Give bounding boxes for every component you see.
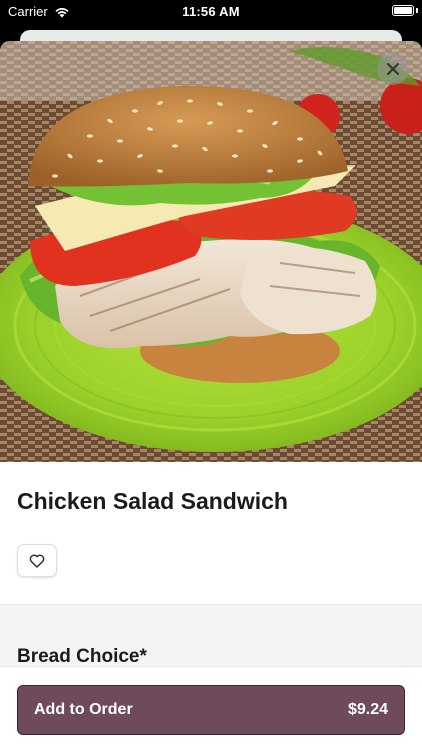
- item-image: [0, 41, 422, 462]
- battery-icon: [392, 5, 414, 16]
- close-button[interactable]: [377, 53, 409, 85]
- battery-tip: [416, 8, 418, 13]
- order-price: $9.24: [347, 701, 388, 718]
- item-title: Chicken Salad Sandwich: [17, 488, 288, 514]
- add-to-order-label: Add to Order: [34, 701, 133, 718]
- close-icon: [387, 63, 399, 75]
- add-to-order-button[interactable]: Add to Order $9.24: [17, 685, 405, 735]
- bread-choice-heading: Bread Choice*: [17, 646, 147, 667]
- item-detail-sheet: Chicken Salad Sandwich Bread Choice* Add…: [0, 41, 422, 750]
- heart-icon: [29, 553, 45, 568]
- status-bar: Carrier 11:56 AM: [0, 0, 422, 24]
- favorite-button[interactable]: [17, 544, 57, 577]
- status-time: 11:56 AM: [182, 4, 240, 19]
- order-bar: Add to Order $9.24: [0, 666, 422, 750]
- app-screen: Carrier 11:56 AM Chicken Salad Sandwich …: [0, 0, 422, 750]
- battery-fill: [394, 7, 412, 14]
- sandwich-photo: [0, 41, 422, 462]
